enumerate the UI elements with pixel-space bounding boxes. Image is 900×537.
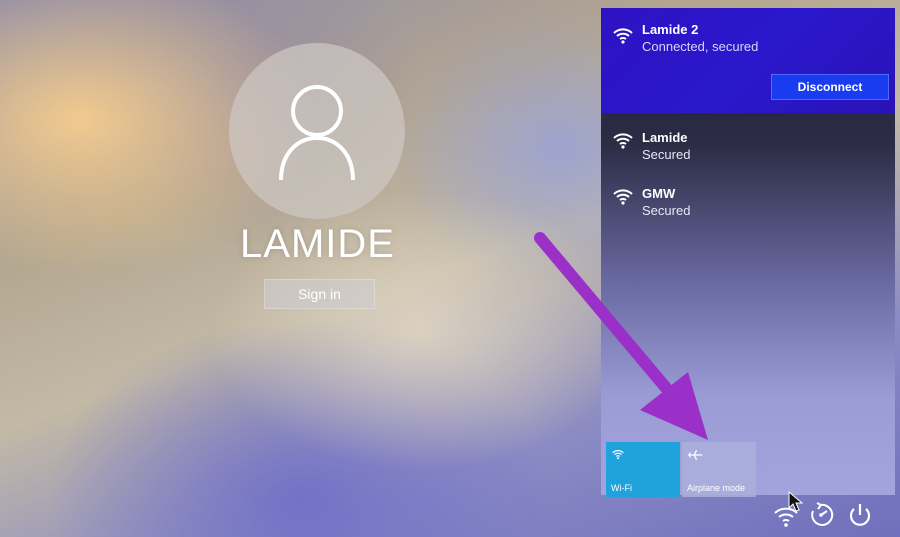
network-status: Connected, secured xyxy=(642,39,759,54)
wifi-signal-icon xyxy=(613,133,633,149)
wifi-quick-action-tile[interactable]: Wi-Fi xyxy=(606,442,680,497)
network-item-connected[interactable]: Lamide 2 Connected, secured Disconnect xyxy=(601,8,895,113)
wifi-icon xyxy=(612,450,624,460)
network-flyout: Lamide 2 Connected, secured Disconnect L… xyxy=(601,8,895,497)
sign-in-button[interactable]: Sign in xyxy=(264,279,375,309)
network-name: Lamide xyxy=(642,130,688,145)
wifi-signal-icon xyxy=(613,28,633,44)
network-status: Secured xyxy=(642,203,691,218)
power-icon[interactable] xyxy=(846,501,874,529)
user-silhouette-icon xyxy=(279,85,355,181)
disconnect-button[interactable]: Disconnect xyxy=(771,74,889,100)
network-item[interactable]: GMW Secured xyxy=(601,172,895,224)
network-item[interactable]: Lamide Secured xyxy=(601,116,895,168)
network-icon[interactable] xyxy=(772,501,800,529)
wifi-signal-icon xyxy=(613,189,633,205)
user-avatar xyxy=(229,43,405,219)
airplane-mode-quick-action-tile[interactable]: Airplane mode xyxy=(682,442,756,497)
user-name: LAMIDE xyxy=(240,222,395,266)
network-status: Secured xyxy=(642,147,691,162)
ease-of-access-icon[interactable] xyxy=(807,501,835,529)
tile-label: Airplane mode xyxy=(687,483,746,493)
network-name: Lamide 2 xyxy=(642,22,699,37)
tile-label: Wi-Fi xyxy=(611,483,632,493)
network-name: GMW xyxy=(642,186,676,201)
airplane-icon xyxy=(687,449,703,461)
